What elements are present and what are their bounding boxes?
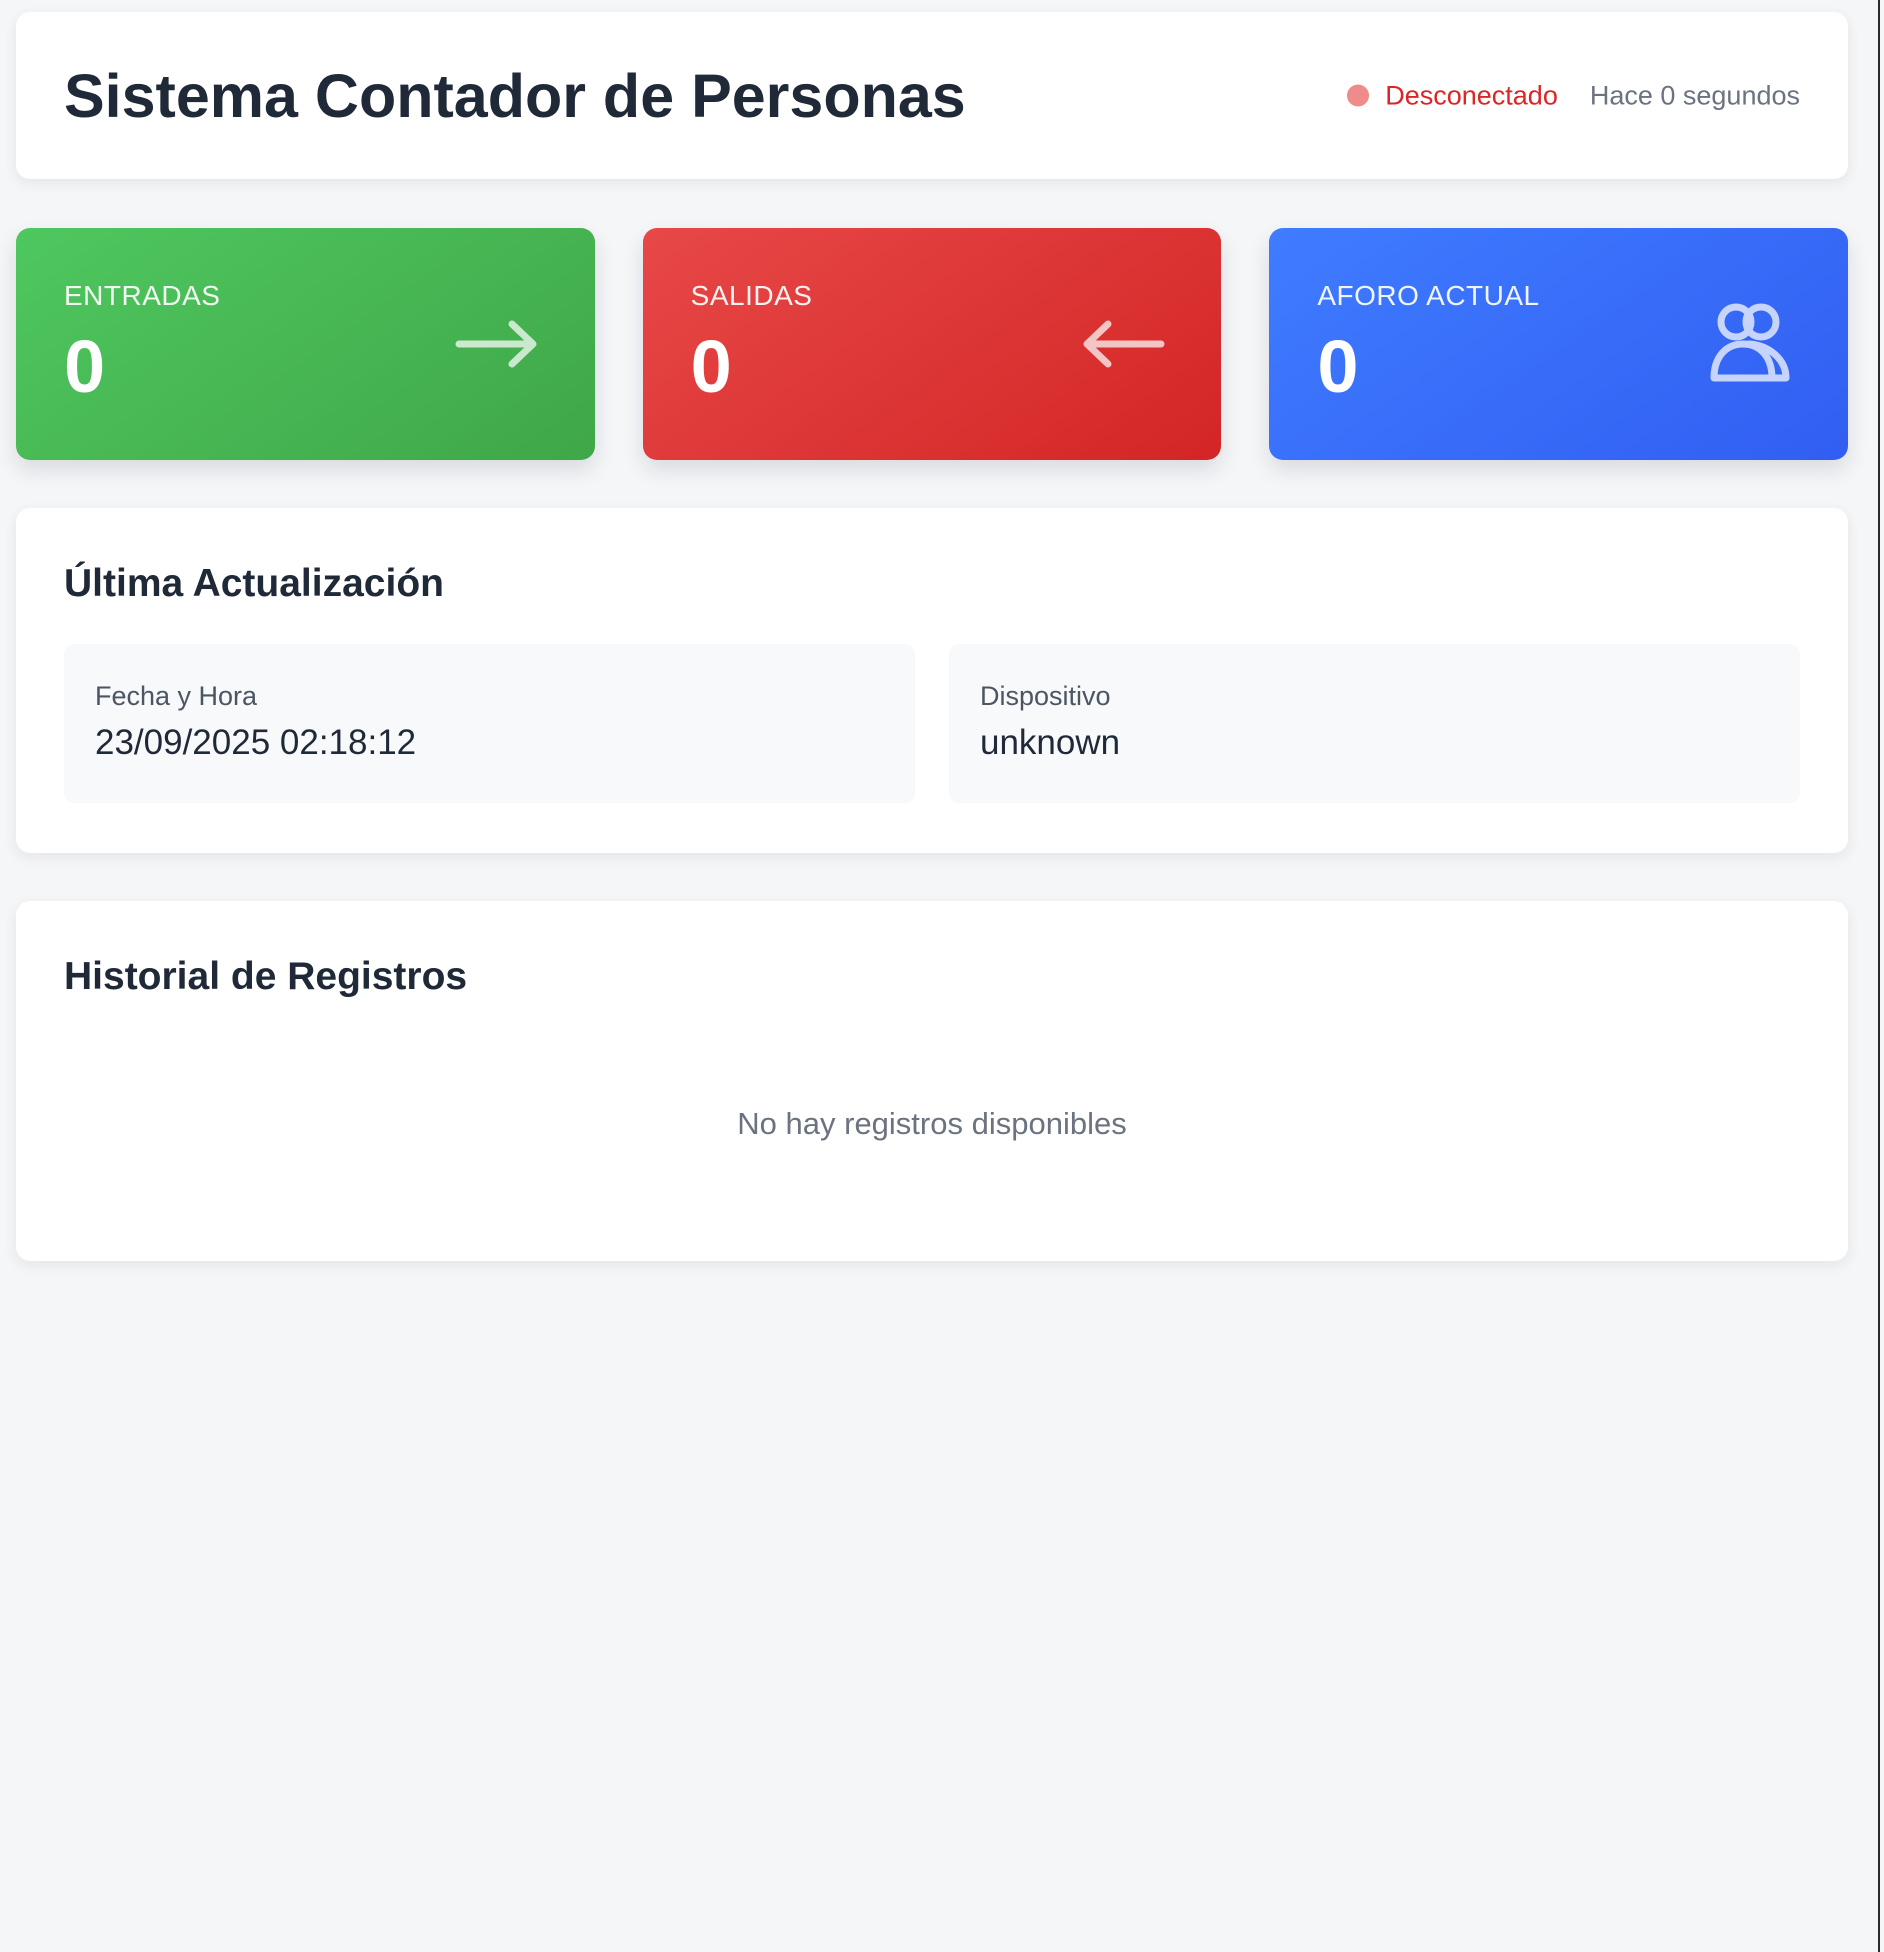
occupancy-label: AFORO ACTUAL [1317,280,1540,311]
dashboard-page: Sistema Contador de Personas Desconectad… [0,0,1884,1952]
connection-indicator: Desconectado [1347,80,1558,111]
exits-label: SALIDAS [690,280,813,311]
connection-status-area: Desconectado Hace 0 segundos [1347,80,1800,111]
page-title: Sistema Contador de Personas [64,61,966,130]
last-update-title: Última Actualización [64,562,444,605]
occupancy-card: AFORO ACTUAL 0 [1269,228,1849,460]
device-box: Dispositivo unknown [949,644,1800,803]
occupancy-value: 0 [1317,325,1359,408]
datetime-label: Fecha y Hora [95,681,258,711]
device-value: unknown [980,723,1121,763]
entries-card: ENTRADAS 0 [16,228,595,460]
arrow-left-icon [1079,300,1167,388]
users-icon [1706,300,1794,388]
last-seen-text: Hace 0 segundos [1589,80,1800,110]
history-title: Historial de Registros [64,955,468,998]
exits-value: 0 [690,325,732,408]
header-card: Sistema Contador de Personas Desconectad… [16,12,1848,179]
stats-row: ENTRADAS 0 SALIDAS 0 AFORO ACTUAL 0 [16,228,1849,460]
entries-label: ENTRADAS [64,280,221,311]
entries-value: 0 [64,325,106,408]
connection-status-text: Desconectado [1385,80,1558,110]
datetime-value: 23/09/2025 02:18:12 [95,723,417,763]
exits-card: SALIDAS 0 [642,228,1222,460]
arrow-right-icon [453,300,541,388]
history-empty-message: No hay registros disponibles [737,1106,1127,1141]
last-update-panel: Última Actualización Fecha y Hora 23/09/… [16,508,1848,853]
last-update-details: Fecha y Hora 23/09/2025 02:18:12 Disposi… [64,644,1800,803]
device-label: Dispositivo [980,681,1111,711]
browser-viewport: Sistema Contador de Personas Desconectad… [0,0,1880,1952]
history-panel: Historial de Registros No hay registros … [16,901,1848,1261]
datetime-box: Fecha y Hora 23/09/2025 02:18:12 [64,644,915,803]
status-dot-icon [1347,84,1370,107]
